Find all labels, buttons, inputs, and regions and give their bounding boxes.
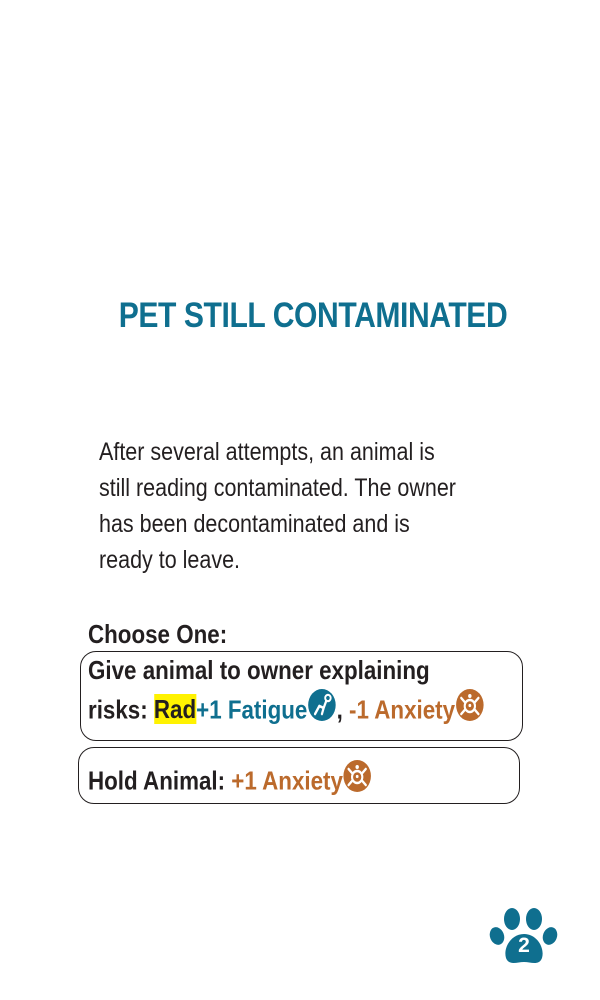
- hold-animal-label: Hold Animal:: [88, 765, 232, 796]
- anxiety-effect-minus: -1 Anxiety: [349, 694, 456, 725]
- option-hold-animal-line: Hold Animal: +1 Anxiety: [88, 759, 372, 803]
- option-give-animal-line1: Give animal to owner explaining: [88, 655, 430, 685]
- paw-icon: 2: [489, 906, 559, 968]
- anxiety-icon: [343, 759, 372, 800]
- card-number: 2: [518, 934, 530, 957]
- rad-highlight: Rad: [153, 694, 197, 725]
- card-description: After several attempts, an animal is sti…: [99, 438, 456, 574]
- anxiety-effect-plus: +1 Anxiety: [231, 765, 343, 796]
- option-give-animal-line2: risks: Rad+1 Fatigue, -1 Anxiety: [88, 688, 484, 732]
- card-title: PET STILL CONTAMINATED: [118, 296, 508, 335]
- fatigue-effect: +1 Fatigue: [196, 694, 308, 725]
- anxiety-icon: [455, 688, 484, 729]
- choose-one-label: Choose One:: [88, 619, 228, 649]
- comma-separator: ,: [336, 694, 350, 725]
- fatigue-icon: [307, 688, 336, 729]
- risks-label: risks:: [88, 694, 154, 725]
